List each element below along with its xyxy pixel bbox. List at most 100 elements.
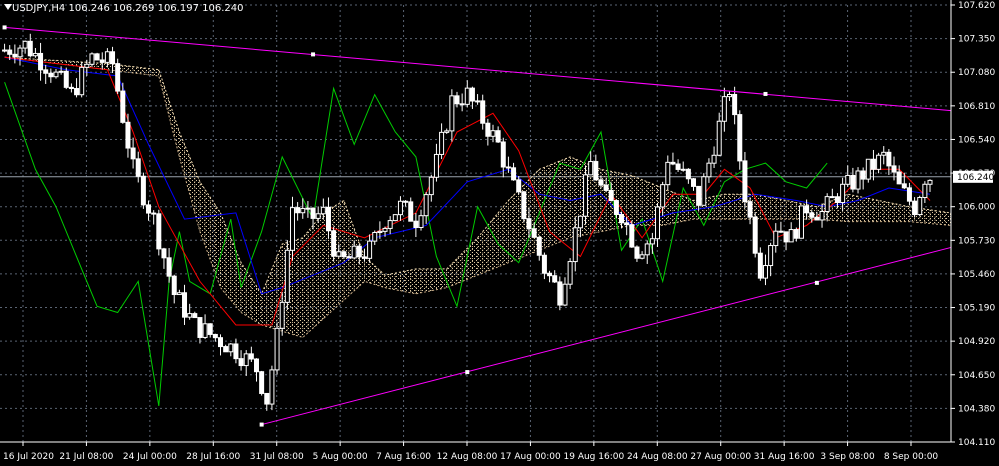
- candle: [22, 40, 28, 54]
- price-chart[interactable]: 107.620 107.350 107.080 106.810 106.540 106.2…: [0, 0, 999, 466]
- candle-body: [696, 185, 702, 206]
- candle: [649, 232, 655, 254]
- trendline-handle[interactable]: [814, 280, 819, 285]
- candle-body: [747, 201, 753, 218]
- candle: [459, 93, 465, 112]
- candle-body: [187, 313, 193, 318]
- candle: [212, 333, 218, 342]
- candle: [259, 370, 265, 396]
- candle: [593, 154, 599, 181]
- candle: [192, 311, 198, 319]
- candle-body: [721, 96, 727, 122]
- candle-body: [243, 353, 249, 367]
- candle: [48, 68, 54, 83]
- chart-window[interactable]: 107.620 107.350 107.080 106.810 106.540 106.2…: [0, 0, 999, 466]
- candle: [721, 87, 727, 132]
- candle: [218, 334, 224, 356]
- candle: [161, 247, 167, 269]
- candle-body: [238, 358, 244, 367]
- candle-body: [48, 72, 54, 78]
- candle-body: [809, 212, 815, 218]
- candle-body: [377, 230, 383, 233]
- candle-body: [737, 114, 743, 162]
- candle-body: [562, 283, 568, 306]
- trendline-handle[interactable]: [763, 91, 768, 96]
- candle: [243, 350, 249, 376]
- candle-body: [639, 254, 645, 259]
- candle-body: [726, 93, 732, 98]
- candle: [798, 205, 804, 239]
- candle: [737, 110, 743, 170]
- candle: [207, 323, 213, 338]
- candle-body: [444, 130, 450, 133]
- candle-body: [274, 327, 280, 371]
- trendlines[interactable]: [2, 25, 952, 427]
- candle: [876, 152, 882, 174]
- candle-body: [516, 179, 522, 193]
- candle-body: [798, 205, 804, 239]
- candle-body: [63, 70, 69, 88]
- candle: [2, 43, 8, 53]
- candle: [151, 210, 157, 225]
- candle: [706, 158, 712, 183]
- candle: [701, 173, 707, 206]
- trendline-handle[interactable]: [259, 422, 264, 427]
- candle-body: [773, 230, 779, 247]
- candle-body: [372, 231, 378, 242]
- candle-body: [649, 238, 655, 245]
- candle: [912, 197, 918, 218]
- y-tick-label: 107.350: [958, 35, 995, 45]
- candle: [850, 167, 856, 193]
- candle-body: [793, 229, 799, 239]
- trendline-handle[interactable]: [311, 52, 316, 57]
- candle-body: [89, 53, 95, 65]
- candle-body: [32, 52, 38, 57]
- candle-body: [433, 153, 439, 178]
- candle: [94, 52, 100, 61]
- candle-body: [788, 229, 794, 243]
- candle-body: [408, 201, 414, 222]
- candle: [567, 258, 573, 290]
- candle: [89, 52, 95, 67]
- x-tick-label: 24 Jul 00:00: [123, 452, 177, 462]
- candle-body: [819, 210, 825, 221]
- candle-body: [490, 130, 496, 137]
- candle: [726, 91, 732, 101]
- x-tick-label: 21 Jul 08:00: [59, 452, 113, 462]
- candle: [917, 195, 923, 217]
- candle: [562, 277, 568, 307]
- candle-body: [583, 174, 589, 217]
- candle: [732, 86, 738, 125]
- candle: [896, 165, 902, 185]
- candle-body: [315, 213, 321, 219]
- candle-body: [218, 337, 224, 348]
- candle: [773, 223, 779, 253]
- candle-body: [94, 53, 100, 61]
- dropdown-triangle-icon[interactable]: [4, 4, 12, 10]
- candle: [166, 248, 172, 283]
- y-tick-label: 106.540: [958, 135, 995, 145]
- trendline-handle[interactable]: [2, 25, 7, 30]
- candle: [248, 346, 254, 363]
- candle-body: [480, 100, 486, 124]
- candle: [778, 221, 784, 233]
- candle: [711, 146, 717, 168]
- candle-body: [53, 71, 59, 78]
- candle: [269, 365, 275, 411]
- candle-body: [608, 189, 614, 202]
- y-tick-label: 107.620: [958, 1, 995, 11]
- candle: [12, 44, 18, 64]
- candle: [135, 151, 141, 183]
- trendline-handle[interactable]: [465, 370, 470, 375]
- candle-body: [459, 103, 465, 106]
- candle-body: [264, 392, 270, 405]
- candle: [17, 44, 23, 66]
- candle-body: [202, 323, 208, 338]
- candle: [63, 67, 69, 90]
- candle-body: [804, 205, 810, 214]
- candle-body: [881, 151, 887, 156]
- candle: [397, 196, 403, 221]
- candle: [187, 303, 193, 320]
- candle-body: [43, 69, 49, 74]
- candle: [644, 240, 650, 264]
